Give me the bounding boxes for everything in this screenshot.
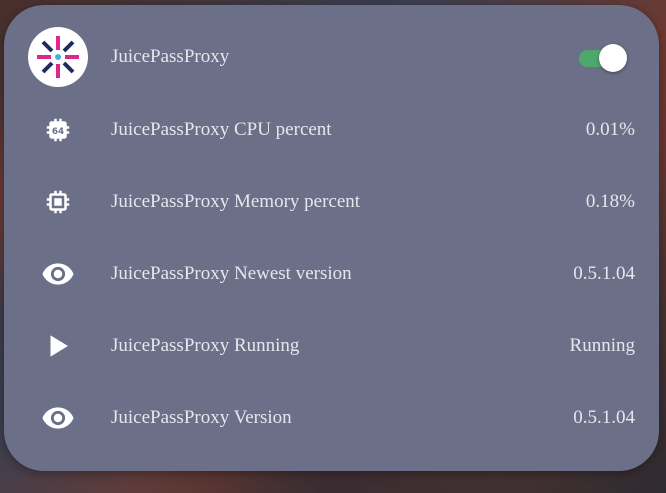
svg-text:64: 64	[52, 127, 64, 137]
entity-row-main[interactable]: JuicePassProxy	[4, 27, 659, 87]
row-label: JuicePassProxy Version	[111, 407, 292, 428]
icon-cell	[28, 318, 88, 374]
row-label: JuicePassProxy Memory percent	[111, 191, 361, 212]
icon-cell: 64	[28, 102, 88, 158]
entity-row-newest-version[interactable]: JuicePassProxy Newest version 0.5.1.04	[4, 246, 659, 302]
row-value: Running	[569, 335, 635, 356]
entity-row-version[interactable]: JuicePassProxy Version 0.5.1.04	[4, 390, 659, 446]
row-value: 0.5.1.04	[573, 407, 635, 428]
icon-cell	[28, 246, 88, 302]
entity-toggle[interactable]	[577, 43, 629, 72]
memory-chip-icon	[46, 190, 70, 214]
cpu-64bit-icon: 64	[46, 118, 70, 142]
entity-logo-cell	[28, 27, 88, 87]
row-label: JuicePassProxy Running	[111, 335, 300, 356]
entities-card: JuicePassProxy 64 JuicePassProxy CPU per…	[4, 5, 659, 471]
entity-name: JuicePassProxy	[111, 46, 230, 67]
eye-icon	[42, 263, 74, 285]
row-value: 0.18%	[585, 191, 635, 212]
row-label: JuicePassProxy Newest version	[111, 263, 352, 284]
entity-row-memory-percent[interactable]: JuicePassProxy Memory percent 0.18%	[4, 174, 659, 230]
icon-cell	[28, 174, 88, 230]
toggle-knob	[599, 44, 627, 72]
row-value: 0.01%	[585, 119, 635, 140]
juicepass-logo-icon	[28, 27, 88, 87]
eye-icon	[42, 407, 74, 429]
icon-cell	[28, 390, 88, 446]
row-value: 0.5.1.04	[573, 263, 635, 284]
entity-row-running[interactable]: JuicePassProxy Running Running	[4, 318, 659, 374]
row-label: JuicePassProxy CPU percent	[111, 119, 332, 140]
play-icon	[50, 335, 68, 357]
entity-row-cpu-percent[interactable]: 64 JuicePassProxy CPU percent 0.01%	[4, 102, 659, 158]
